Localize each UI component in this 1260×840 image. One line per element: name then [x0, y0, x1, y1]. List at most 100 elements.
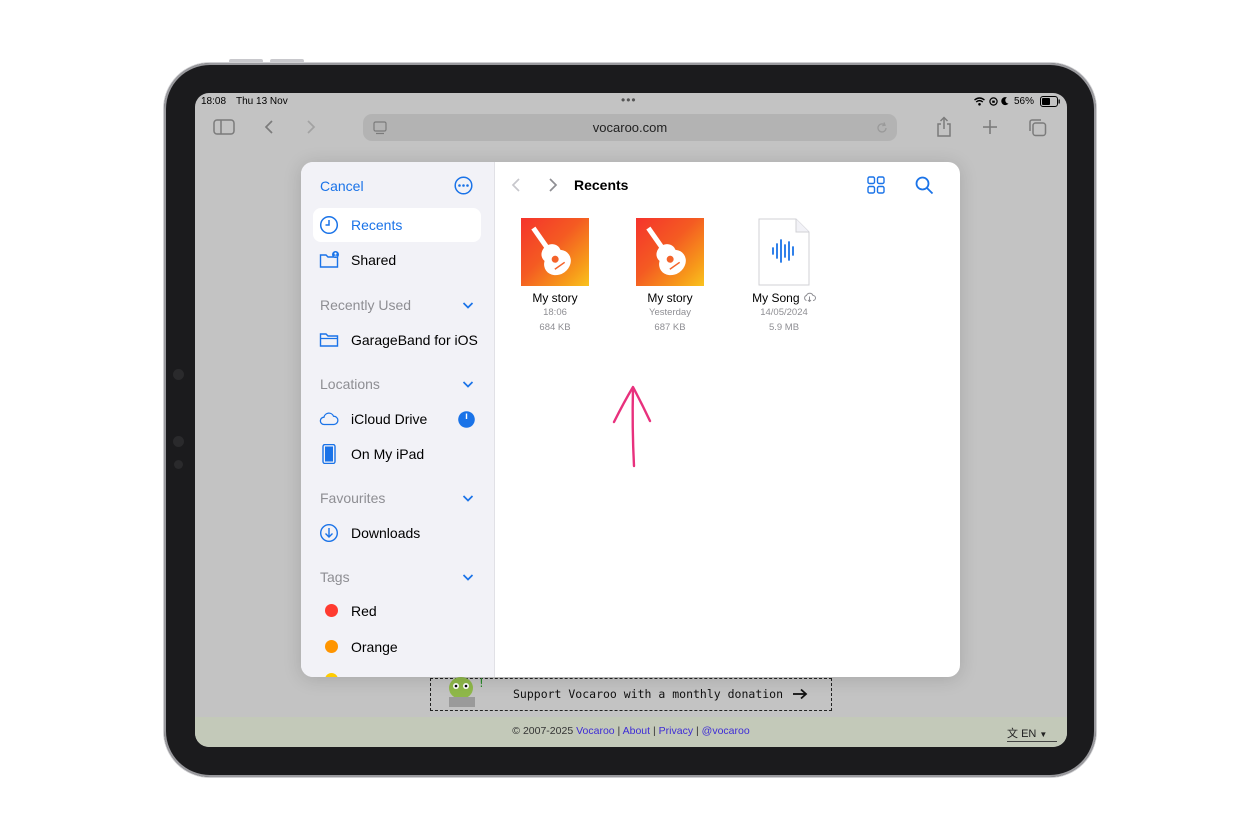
- url-text: vocaroo.com: [592, 120, 668, 135]
- chevron-down-icon[interactable]: [461, 377, 475, 391]
- battery-percent: 56%: [1014, 96, 1035, 107]
- chevron-down-icon[interactable]: [461, 570, 475, 584]
- footer-link-privacy[interactable]: Privacy: [659, 725, 693, 737]
- download-icon: [319, 523, 339, 543]
- donation-text: Support Vocaroo with a monthly donation: [513, 687, 784, 701]
- file-item[interactable]: My Song 14/05/2024 5.9 MB: [739, 218, 829, 335]
- tag-red-dot-icon: [325, 604, 338, 617]
- file-item[interactable]: My story Yesterday 687 KB: [625, 218, 715, 335]
- picker-sidebar: Cancel Recents Shared Recently Used Gara…: [301, 162, 495, 677]
- multitasking-dots-icon[interactable]: •••: [621, 93, 637, 107]
- file-size: 687 KB: [654, 322, 686, 333]
- battery-icon: [1040, 96, 1060, 107]
- tabs-overview-icon[interactable]: [1028, 118, 1047, 137]
- wifi-icon: [974, 97, 985, 106]
- nav-back-icon[interactable]: [510, 177, 522, 193]
- file-picker-modal: Cancel Recents Shared Recently Used Gara…: [301, 162, 960, 677]
- language-selector[interactable]: 文 EN ▼: [1007, 725, 1057, 742]
- status-date: Thu 13 Nov: [236, 96, 288, 107]
- garageband-icon: [636, 218, 704, 286]
- section-heading-recently-used: Recently Used: [320, 297, 412, 313]
- file-name: My story: [532, 291, 578, 305]
- status-time: 18:08: [201, 96, 227, 107]
- cancel-button[interactable]: Cancel: [320, 178, 364, 194]
- footer-link-vocaroo[interactable]: Vocaroo: [576, 725, 615, 737]
- folder-icon: [319, 333, 339, 347]
- forward-icon[interactable]: [306, 119, 316, 135]
- page-footer: © 2007-2025 Vocaroo | About | Privacy | …: [195, 717, 1067, 747]
- sync-progress-icon: [458, 411, 475, 428]
- section-heading-tags: Tags: [320, 569, 350, 585]
- section-heading-favourites: Favourites: [320, 490, 386, 506]
- svg-text:!: !: [479, 676, 484, 690]
- dropdown-caret-icon: ▼: [1039, 730, 1048, 739]
- garageband-icon: [521, 218, 589, 286]
- back-icon[interactable]: [264, 119, 274, 135]
- chevron-down-icon[interactable]: [461, 298, 475, 312]
- search-icon[interactable]: [915, 176, 934, 195]
- more-options-icon[interactable]: [454, 176, 473, 195]
- language-code: EN: [1021, 728, 1037, 740]
- address-bar[interactable]: vocaroo.com: [363, 114, 897, 141]
- file-name: My story: [647, 291, 693, 305]
- sidebar-item-label: iCloud Drive: [351, 411, 428, 427]
- file-date: 18:06: [543, 307, 567, 318]
- footer-link-twitter[interactable]: @vocaroo: [702, 725, 750, 737]
- chevron-down-icon[interactable]: [461, 491, 475, 505]
- sidebar-item-downloads[interactable]: Downloads: [313, 516, 481, 550]
- footer-link-about[interactable]: About: [623, 725, 650, 737]
- nav-forward-icon[interactable]: [547, 177, 559, 193]
- camera-dot: [173, 436, 184, 447]
- camera-dot: [174, 460, 183, 469]
- sidebar-item-label: Red: [351, 603, 377, 619]
- file-size: 5.9 MB: [768, 322, 800, 333]
- footer-copyright: © 2007-2025: [512, 725, 574, 737]
- arrow-right-icon: [793, 688, 808, 700]
- tag-yellow-dot-icon: [325, 673, 338, 677]
- sidebar-item-recents[interactable]: Recents: [313, 208, 481, 242]
- reload-icon[interactable]: [875, 121, 889, 135]
- footer-separator: |: [617, 725, 621, 737]
- file-date: 14/05/2024: [760, 307, 808, 318]
- new-tab-icon[interactable]: [982, 119, 998, 135]
- sidebar-item-label: Orange: [351, 639, 398, 655]
- sidebar-item-tag-red[interactable]: Red: [313, 594, 481, 628]
- sidebar-item-on-my-ipad[interactable]: On My iPad: [313, 437, 481, 471]
- cloud-icon: [319, 412, 339, 426]
- sidebar-item-label: Downloads: [351, 525, 421, 541]
- clock-icon: [319, 215, 339, 235]
- status-bar: 18:08 Thu 13 Nov ••• 56%: [195, 93, 1067, 111]
- sidebar-item-label: Recents: [351, 217, 403, 233]
- mascot-icon: !: [449, 676, 484, 707]
- section-heading-locations: Locations: [320, 376, 380, 392]
- audio-file-icon: [758, 218, 810, 286]
- share-icon[interactable]: [935, 116, 953, 138]
- file-size: 684 KB: [539, 322, 571, 333]
- sidebar-item-shared[interactable]: Shared: [313, 243, 481, 277]
- footer-separator: |: [653, 725, 656, 737]
- sidebar-toggle-icon[interactable]: [213, 119, 235, 135]
- donation-banner[interactable]: ! Support Vocaroo with a monthly donatio…: [430, 676, 832, 711]
- location-title: Recents: [574, 177, 629, 193]
- grid-view-icon[interactable]: [867, 176, 885, 194]
- ipad-icon: [322, 444, 336, 464]
- cloud-download-icon: [803, 292, 816, 303]
- tag-orange-dot-icon: [325, 640, 338, 653]
- file-name: My Song: [739, 291, 829, 305]
- camera-dot: [173, 369, 184, 380]
- sidebar-item-garageband[interactable]: GarageBand for iOS: [313, 323, 481, 357]
- sidebar-item-label: On My iPad: [351, 446, 425, 462]
- file-date: Yesterday: [649, 307, 691, 318]
- footer-text: © 2007-2025 Vocaroo | About | Privacy | …: [195, 725, 1067, 737]
- file-name-text: My Song: [752, 291, 800, 305]
- sidebar-item-tag-orange[interactable]: Orange: [313, 630, 481, 664]
- translate-icon: 文: [1007, 728, 1018, 740]
- sidebar-item-icloud-drive[interactable]: iCloud Drive: [313, 402, 481, 436]
- orientation-lock-icon: [989, 97, 998, 106]
- sidebar-item-label: GarageBand for iOS: [351, 332, 478, 348]
- sidebar-item-label: Shared: [351, 252, 397, 268]
- file-item[interactable]: My story 18:06 684 KB: [510, 218, 600, 335]
- moon-icon: [1001, 97, 1009, 106]
- shared-folder-icon: [319, 251, 339, 268]
- footer-separator: |: [696, 725, 699, 737]
